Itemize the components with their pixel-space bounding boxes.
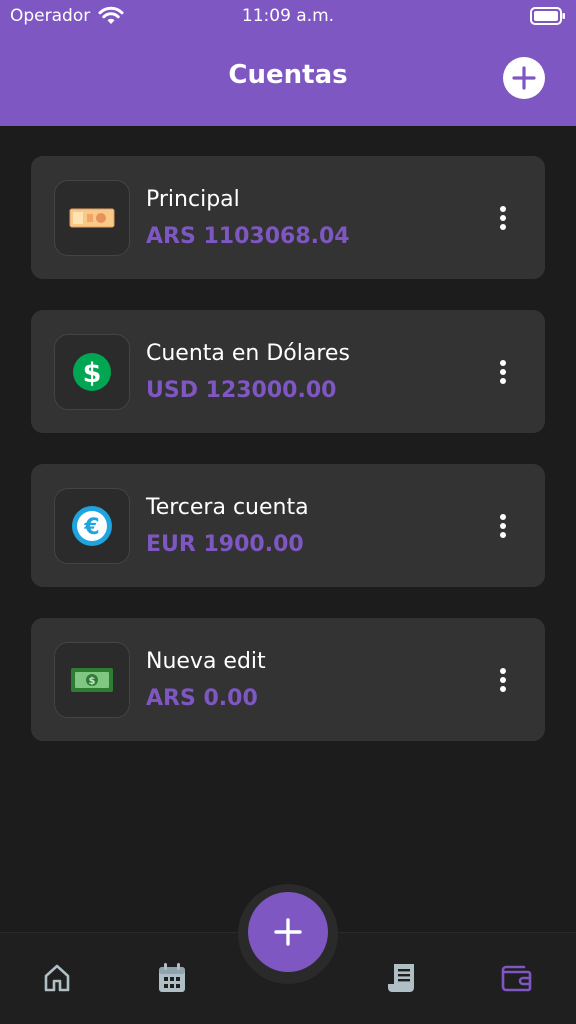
account-icon-tile: € (54, 488, 130, 564)
svg-text:$: $ (89, 676, 96, 687)
tab-wallet[interactable] (497, 958, 537, 998)
more-options-icon[interactable] (493, 200, 513, 236)
status-bar: Operador 11:09 a.m. (0, 0, 576, 34)
account-card[interactable]: $ Nueva edit ARS 0.00 (31, 618, 545, 741)
account-name: Principal (146, 187, 240, 212)
account-icon-tile (54, 180, 130, 256)
money-bill-icon: $ (71, 668, 113, 692)
dollar-coin-icon: $ (73, 353, 111, 391)
account-balance: USD 123000.00 (146, 378, 337, 403)
receipt-icon (388, 964, 414, 992)
euro-coin-icon: € (72, 506, 112, 546)
account-name: Nueva edit (146, 649, 266, 674)
more-options-icon[interactable] (493, 354, 513, 390)
svg-text:€: € (83, 515, 99, 540)
account-balance: ARS 0.00 (146, 686, 258, 711)
status-time: 11:09 a.m. (241, 6, 335, 26)
more-options-icon[interactable] (493, 508, 513, 544)
account-card[interactable]: $ Cuenta en Dólares USD 123000.00 (31, 310, 545, 433)
add-transaction-button[interactable] (248, 892, 328, 972)
tab-calendar[interactable] (152, 958, 192, 998)
tab-home[interactable] (37, 958, 77, 998)
tab-receipts[interactable] (382, 958, 422, 998)
account-name: Cuenta en Dólares (146, 341, 350, 366)
banknote-icon (69, 208, 115, 228)
app-header: Operador 11:09 a.m. Cuentas (0, 0, 576, 126)
account-card[interactable]: Principal ARS 1103068.04 (31, 156, 545, 279)
more-options-icon[interactable] (493, 662, 513, 698)
account-name: Tercera cuenta (146, 495, 309, 520)
wallet-icon (501, 965, 532, 992)
account-balance: ARS 1103068.04 (146, 224, 350, 249)
plus-icon (512, 66, 536, 90)
account-balance: EUR 1900.00 (146, 532, 304, 557)
account-icon-tile: $ (54, 334, 130, 410)
home-icon (44, 964, 70, 992)
svg-text:$: $ (83, 358, 102, 389)
add-account-button[interactable] (503, 57, 545, 99)
plus-icon (274, 918, 302, 946)
page-title: Cuentas (228, 60, 348, 90)
account-icon-tile: $ (54, 642, 130, 718)
account-list: Principal ARS 1103068.04 $ Cuenta en Dól… (31, 156, 545, 772)
account-card[interactable]: € Tercera cuenta EUR 1900.00 (31, 464, 545, 587)
battery-icon (530, 7, 565, 25)
calendar-icon (159, 963, 185, 992)
